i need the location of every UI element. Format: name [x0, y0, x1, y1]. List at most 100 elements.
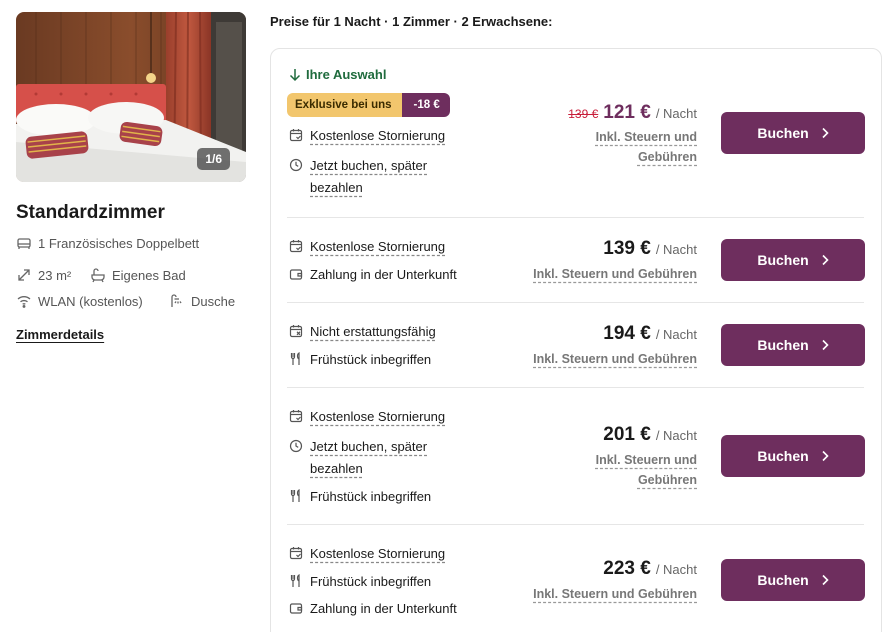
price-header: Preise für 1 Nacht · 1 Zimmer · 2 Erwach… — [270, 14, 553, 29]
rate-1-price-unit: / Nacht — [655, 106, 697, 121]
calendar-cancel-icon — [289, 409, 303, 423]
rate-4-feature-pay-later-text[interactable]: Jetzt buchen, später bezahlen — [310, 436, 427, 480]
rate-divider — [287, 524, 864, 525]
rate-3-feature-nonrefundable: Nicht erstattungsfähig — [289, 321, 436, 343]
rate-3-tax-note[interactable]: Inkl. Steuern und Gebühren — [533, 349, 697, 369]
rate-4-book-label: Buchen — [757, 448, 809, 464]
rate-4-tax-note[interactable]: Inkl. Steuern und Gebühren — [596, 450, 697, 490]
rate-1-book-button[interactable]: Buchen — [721, 112, 865, 154]
amenity-shower: Dusche — [169, 293, 235, 309]
wifi-icon — [16, 293, 32, 309]
amenity-size-label: 23 m² — [38, 267, 72, 283]
chevron-right-icon — [822, 339, 829, 351]
rate-4-tax-line2: Gebühren — [637, 473, 697, 487]
rate-3-tax-text: Inkl. Steuern und Gebühren — [533, 352, 697, 366]
rate-1-feature-pay-later: Jetzt buchen, später bezahlen — [289, 155, 427, 199]
expand-icon — [16, 267, 32, 283]
rate-1-old-price: 139 € — [568, 107, 599, 121]
calendar-cancel-icon — [289, 239, 303, 253]
rate-5-tax-note[interactable]: Inkl. Steuern und Gebühren — [533, 584, 697, 604]
rate-2-feature-pay-at-property-text: Zahlung in der Unterkunft — [310, 267, 457, 282]
rate-4-price: 201 € / Nacht — [603, 424, 697, 446]
clock-icon — [289, 158, 303, 172]
rate-1-feature-pay-later-text[interactable]: Jetzt buchen, später bezahlen — [310, 155, 427, 199]
rate-divider — [287, 387, 864, 388]
amenity-bath: Eigenes Bad — [90, 267, 186, 283]
rate-4-feature-breakfast-text: Frühstück inbegriffen — [310, 489, 432, 504]
rate-1-price-value: 121 € — [603, 102, 651, 123]
rate-2-book-label: Buchen — [757, 252, 809, 268]
calendar-x-icon — [289, 324, 303, 338]
exclusive-badge: Exklusive bei uns -18 € — [287, 93, 450, 117]
room-photo[interactable]: 1/6 — [16, 12, 246, 182]
rate-5-price-value: 223 € — [603, 558, 651, 579]
rate-1-tax-line2: Gebühren — [637, 150, 697, 164]
rate-divider — [287, 217, 864, 218]
rate-1-price: 139 € 121 € / Nacht — [568, 102, 697, 124]
rate-5-book-button[interactable]: Buchen — [721, 559, 865, 601]
rate-3-book-button[interactable]: Buchen — [721, 324, 865, 366]
rate-3-feature-nonrefundable-text[interactable]: Nicht erstattungsfähig — [310, 321, 436, 343]
rate-2-book-button[interactable]: Buchen — [721, 239, 865, 281]
rate-4-feature-cancellation: Kostenlose Stornierung — [289, 406, 445, 428]
rate-4-book-button[interactable]: Buchen — [721, 435, 865, 477]
rate-5-feature-cancellation: Kostenlose Stornierung — [289, 543, 445, 565]
rate-3-price: 194 € / Nacht — [603, 323, 697, 345]
rate-4-price-value: 201 € — [603, 424, 651, 445]
calendar-cancel-icon — [289, 128, 303, 142]
rate-5-price: 223 € / Nacht — [603, 558, 697, 580]
amenity-bed: 1 Französisches Doppelbett — [16, 235, 199, 251]
rate-3-price-value: 194 € — [603, 323, 651, 344]
rate-2-price-unit: / Nacht — [655, 242, 697, 257]
selection-label-text: Ihre Auswahl — [306, 67, 387, 82]
room-details-link[interactable]: Zimmerdetails — [16, 327, 104, 342]
rate-1-pay-later-line2: bezahlen — [310, 180, 363, 195]
rate-2-feature-cancellation-text[interactable]: Kostenlose Stornierung — [310, 236, 445, 258]
rate-4-feature-breakfast: Frühstück inbegriffen — [289, 486, 431, 508]
rate-2-tax-text: Inkl. Steuern und Gebühren — [533, 267, 697, 281]
rate-2-feature-cancellation: Kostenlose Stornierung — [289, 236, 445, 258]
amenity-bath-label: Eigenes Bad — [112, 267, 186, 283]
exclusive-badge-label: Exklusive bei uns — [287, 93, 402, 117]
chevron-right-icon — [822, 254, 829, 266]
photo-counter: 1/6 — [197, 148, 230, 170]
rate-2-tax-note[interactable]: Inkl. Steuern und Gebühren — [533, 264, 697, 284]
rate-3-book-label: Buchen — [757, 337, 809, 353]
cutlery-icon — [289, 489, 303, 503]
selection-label: Ihre Auswahl — [289, 67, 386, 82]
rate-4-price-unit: / Nacht — [655, 428, 697, 443]
rate-5-tax-text: Inkl. Steuern und Gebühren — [533, 587, 697, 601]
rate-1-pay-later-line1: Jetzt buchen, später — [310, 158, 428, 173]
rate-4-tax-line1: Inkl. Steuern und — [595, 453, 697, 467]
rate-4-feature-cancellation-text[interactable]: Kostenlose Stornierung — [310, 406, 445, 428]
rate-1-tax-line1: Inkl. Steuern und — [595, 130, 697, 144]
arrow-down-icon — [289, 68, 301, 81]
rate-5-feature-pay-at-property: Zahlung in der Unterkunft — [289, 598, 457, 620]
wallet-icon — [289, 267, 303, 281]
amenity-wifi-label: WLAN (kostenlos) — [38, 293, 143, 309]
chevron-right-icon — [822, 574, 829, 586]
chevron-right-icon — [822, 127, 829, 139]
rate-1-feature-cancellation-text[interactable]: Kostenlose Stornierung — [310, 125, 445, 147]
rate-1-tax-note[interactable]: Inkl. Steuern und Gebühren — [596, 127, 697, 167]
clock-icon — [289, 439, 303, 453]
amenity-bed-label: 1 Französisches Doppelbett — [38, 235, 200, 251]
shower-icon — [169, 293, 185, 309]
amenity-shower-label: Dusche — [191, 293, 236, 309]
wallet-icon — [289, 601, 303, 615]
rate-5-feature-cancellation-text[interactable]: Kostenlose Stornierung — [310, 543, 445, 565]
rate-5-feature-breakfast: Frühstück inbegriffen — [289, 571, 431, 593]
rate-4-pay-later-line1: Jetzt buchen, später — [310, 439, 428, 454]
rate-4-pay-later-line2: bezahlen — [310, 461, 363, 476]
rate-4-feature-pay-later: Jetzt buchen, später bezahlen — [289, 436, 427, 480]
bed-icon — [16, 235, 32, 251]
rate-2-feature-pay-at-property: Zahlung in der Unterkunft — [289, 264, 457, 286]
rate-5-book-label: Buchen — [757, 572, 809, 588]
rate-2-price: 139 € / Nacht — [603, 238, 697, 260]
rate-5-price-unit: / Nacht — [655, 562, 697, 577]
rate-5-feature-breakfast-text: Frühstück inbegriffen — [310, 574, 432, 589]
amenity-size: 23 m² — [16, 267, 71, 283]
rate-1-book-label: Buchen — [757, 125, 809, 141]
rate-2-price-value: 139 € — [603, 238, 651, 259]
amenity-wifi: WLAN (kostenlos) — [16, 293, 143, 309]
